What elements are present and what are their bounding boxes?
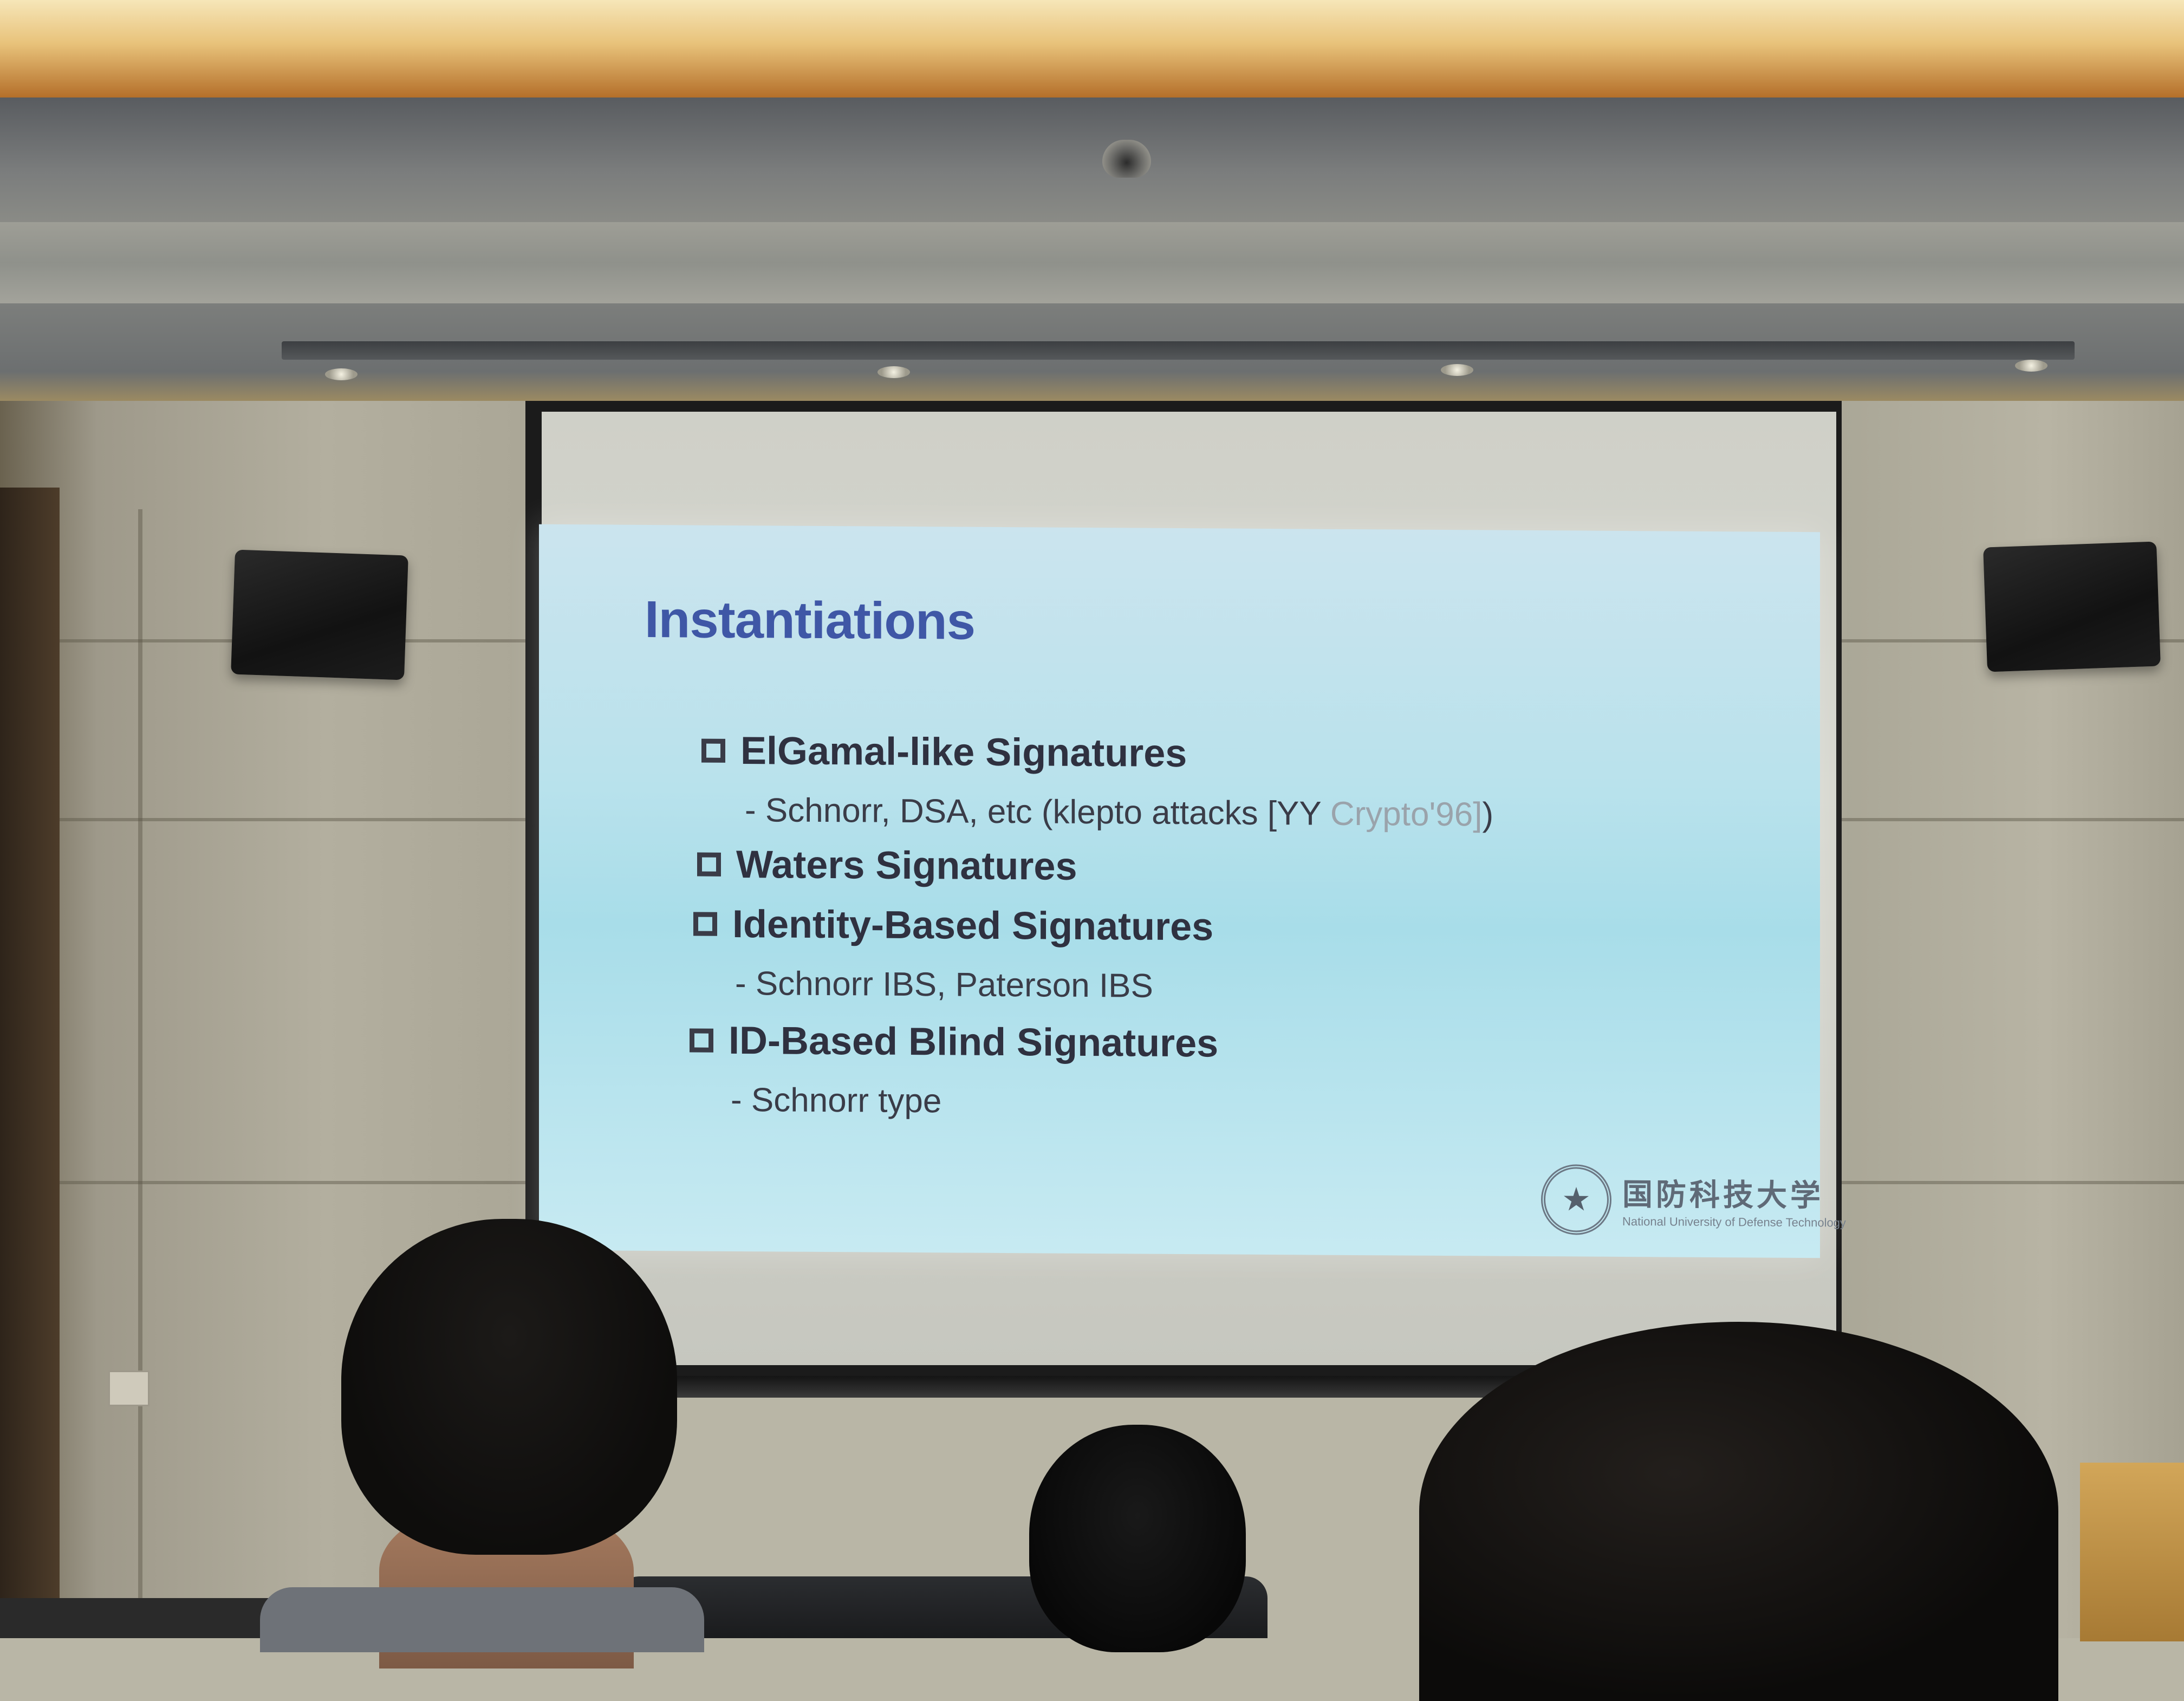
downlight (2015, 360, 2047, 372)
bullet-label: ID-Based Blind Signatures (729, 1018, 1219, 1066)
wall-panel-seam (60, 1181, 542, 1184)
left-doorway (0, 488, 60, 1638)
air-vent (282, 341, 2075, 360)
subitem-text-faint: Crypto'96] (1330, 795, 1483, 834)
audience-head-right (1419, 1322, 2058, 1701)
downlight (325, 368, 358, 380)
audience-head-middle (1029, 1425, 1246, 1652)
wall-panel-seam (1842, 818, 2184, 821)
downlight (1441, 364, 1473, 376)
wall-panel-seam (60, 818, 542, 821)
slide: Instantiations ElGamal-like Signatures -… (539, 524, 1846, 1258)
ceiling-band (0, 98, 2184, 222)
hollow-square-bullet-icon (693, 912, 717, 936)
bullet-subitem: - Schnorr IBS, Paterson IBS (735, 964, 1153, 1005)
bullet-item: Waters Signatures (697, 842, 1077, 889)
audience-head-left (341, 1219, 677, 1555)
bullet-subitem: - Schnorr, DSA, etc (klepto attacks [YY … (745, 791, 1493, 834)
bullet-item: ID-Based Blind Signatures (690, 1018, 1218, 1066)
right-speaker (1983, 541, 2161, 672)
left-speaker (231, 549, 408, 680)
hollow-square-bullet-icon (701, 738, 725, 763)
ceiling-light-strip (0, 0, 2184, 98)
bullet-item: Identity-Based Signatures (693, 902, 1213, 950)
wall-panel-seam (138, 509, 142, 1638)
subitem-text: - Schnorr, DSA, etc (klepto attacks [YY (745, 791, 1330, 833)
bullet-label: Waters Signatures (736, 843, 1077, 888)
university-logo-subtitle: National University of Defense Technolog… (1622, 1214, 1846, 1230)
bullet-label: ElGamal-like Signatures (740, 729, 1187, 776)
security-camera-icon (1102, 140, 1151, 178)
downlight (877, 366, 910, 378)
hollow-square-bullet-icon (690, 1028, 713, 1053)
university-logo-name: 国防科技大学 (1622, 1176, 1824, 1214)
screen-bottom-bar (661, 1376, 1528, 1398)
audience-shirt (260, 1587, 704, 1652)
podium (2080, 1463, 2184, 1641)
bullet-subitem: - Schnorr type (731, 1081, 942, 1120)
bullet-label: Identity-Based Signatures (732, 902, 1214, 949)
subitem-text-tail: ) (1482, 796, 1494, 834)
wall-outlet (108, 1371, 150, 1406)
star-emblem-icon: ★ (1541, 1164, 1611, 1235)
wall-panel-seam (1842, 1181, 2184, 1184)
slide-title: Instantiations (645, 590, 976, 651)
hollow-square-bullet-icon (697, 852, 721, 877)
bullet-item: ElGamal-like Signatures (701, 729, 1187, 776)
ceiling-lower-band (0, 222, 2184, 303)
